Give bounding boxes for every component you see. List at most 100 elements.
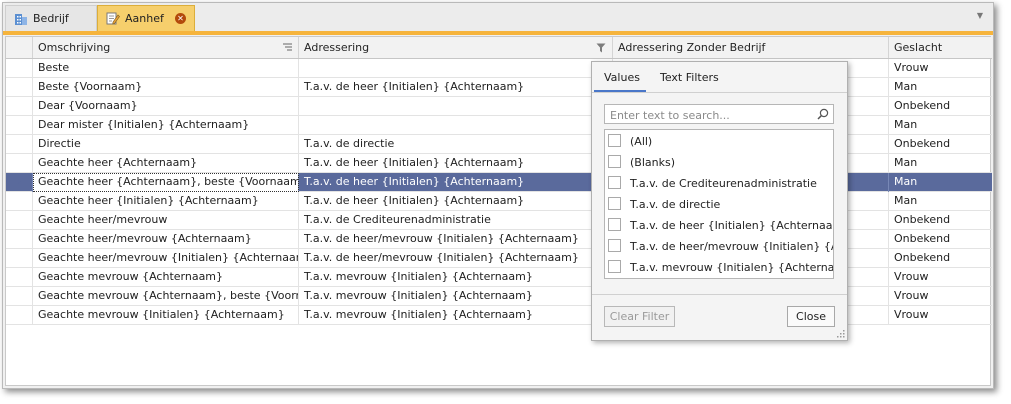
checkbox[interactable]: [608, 134, 621, 147]
filter-value-item[interactable]: T.a.v. de directie: [605, 194, 833, 215]
filter-value-item[interactable]: (Blanks): [605, 152, 833, 173]
cell-adressering[interactable]: T.a.v. mevrouw {Initialen} {Achternaam}: [299, 306, 613, 325]
filter-value-label: T.a.v. de Crediteurenadministratie: [630, 177, 817, 190]
filter-icon[interactable]: [596, 43, 606, 53]
row-indicator-cell: [6, 78, 33, 97]
cell-omschrijving[interactable]: Geachte heer {Achternaam}: [33, 154, 299, 173]
cell-geslacht[interactable]: Onbekend: [889, 211, 992, 230]
sort-icon: [283, 43, 292, 51]
filter-value-label: T.a.v. mevrouw {Initialen} {Achternaa...: [630, 261, 833, 274]
cell-omschrijving[interactable]: Geachte mevrouw {Achternaam}, beste {Voo…: [33, 287, 299, 306]
cell-adressering[interactable]: [299, 116, 613, 135]
cell-geslacht[interactable]: Onbekend: [889, 249, 992, 268]
filter-value-item[interactable]: T.a.v. mevrouw {Initialen} {Achternaa...: [605, 257, 833, 278]
filter-value-item[interactable]: T.a.v. de heer/mevrouw {Initialen} {A...: [605, 236, 833, 257]
checkbox[interactable]: [608, 260, 621, 273]
checkbox[interactable]: [608, 239, 621, 252]
cell-geslacht[interactable]: Man: [889, 154, 992, 173]
active-tab-indicator: [594, 90, 646, 92]
row-indicator-cell: [6, 268, 33, 287]
cell-geslacht[interactable]: Man: [889, 192, 992, 211]
row-indicator-cell: [6, 192, 33, 211]
filter-value-label: (Blanks): [630, 156, 675, 169]
column-header-adressering[interactable]: Adressering: [299, 37, 613, 58]
cell-adressering[interactable]: T.a.v. de Crediteurenadministratie: [299, 211, 613, 230]
row-indicator-cell: [6, 230, 33, 249]
cell-omschrijving[interactable]: Beste {Voornaam}: [33, 78, 299, 97]
checkbox[interactable]: [608, 197, 621, 210]
magnifier-icon: [817, 108, 829, 120]
cell-geslacht[interactable]: Onbekend: [889, 97, 992, 116]
cell-geslacht[interactable]: Man: [889, 116, 992, 135]
tab-bedrijf[interactable]: Bedrijf: [5, 5, 97, 31]
cell-adressering[interactable]: T.a.v. mevrouw {Initialen} {Achternaam}: [299, 268, 613, 287]
tab-dropdown-icon[interactable]: ▼: [977, 11, 983, 20]
column-header-label: Adressering: [304, 41, 370, 54]
focused-row-arrow-icon: →: [12, 175, 22, 188]
tab-bar: Bedrijf Aanhef ✕ ▼: [3, 3, 993, 31]
search-input[interactable]: [605, 105, 812, 125]
tab-divider: [592, 92, 847, 93]
tab-text-filters[interactable]: Text Filters: [660, 71, 719, 84]
filter-value-item[interactable]: T.a.v. de heer {Initialen} {Achternaam}: [605, 215, 833, 236]
cell-omschrijving[interactable]: Directie: [33, 135, 299, 154]
indicator-column-header: [6, 37, 33, 58]
cell-omschrijving[interactable]: Dear mister {Initialen} {Achternaam}: [33, 116, 299, 135]
cell-omschrijving[interactable]: Beste: [33, 59, 299, 78]
column-header-label: Adressering Zonder Bedrijf: [618, 41, 766, 54]
cell-geslacht[interactable]: Vrouw: [889, 306, 992, 325]
cell-adressering[interactable]: T.a.v. de heer {Initialen} {Achternaam}: [299, 173, 613, 192]
cell-geslacht[interactable]: Onbekend: [889, 135, 992, 154]
cell-adressering[interactable]: T.a.v. de heer {Initialen} {Achternaam}: [299, 78, 613, 97]
cell-adressering[interactable]: T.a.v. de heer {Initialen} {Achternaam}: [299, 154, 613, 173]
row-indicator-cell: [6, 154, 33, 173]
filter-value-item[interactable]: (All): [605, 131, 833, 152]
cell-geslacht[interactable]: Vrouw: [889, 287, 992, 306]
tab-aanhef[interactable]: Aanhef ✕: [97, 5, 195, 31]
cell-adressering[interactable]: T.a.v. mevrouw {Initialen} {Achternaam}: [299, 287, 613, 306]
column-header-adressering-zonder-bedrijf[interactable]: Adressering Zonder Bedrijf: [613, 37, 889, 58]
tab-values[interactable]: Values: [604, 71, 640, 84]
filter-search-box: [604, 104, 834, 125]
row-indicator-cell: [6, 287, 33, 306]
cell-omschrijving[interactable]: Geachte heer/mevrouw: [33, 211, 299, 230]
checkbox[interactable]: [608, 218, 621, 231]
cell-geslacht[interactable]: Man: [889, 173, 992, 192]
cell-geslacht[interactable]: Onbekend: [889, 230, 992, 249]
filter-popup: Values Text Filters (All) (Blanks) T.a.v. …: [591, 61, 848, 341]
cell-adressering[interactable]: [299, 97, 613, 116]
cell-omschrijving[interactable]: Geachte mevrouw {Initialen} {Achternaam}: [33, 306, 299, 325]
tab-accent-line: [3, 31, 993, 35]
cell-adressering[interactable]: T.a.v. de heer/mevrouw {Initialen} {Acht…: [299, 230, 613, 249]
row-indicator-cell: [6, 135, 33, 154]
checkbox[interactable]: [608, 176, 621, 189]
cell-geslacht[interactable]: Vrouw: [889, 268, 992, 287]
cell-omschrijving[interactable]: Geachte heer {Achternaam}, beste {Voorna…: [33, 173, 299, 192]
cell-adressering[interactable]: T.a.v. de heer {Initialen} {Achternaam}: [299, 192, 613, 211]
resize-grip-icon[interactable]: [837, 330, 845, 338]
column-header-omschrijving[interactable]: Omschrijving: [33, 37, 299, 58]
row-indicator-cell: →: [6, 173, 33, 192]
cell-omschrijving[interactable]: Geachte mevrouw {Achternaam}: [33, 268, 299, 287]
filter-value-label: T.a.v. de heer/mevrouw {Initialen} {A...: [630, 240, 833, 253]
cell-geslacht[interactable]: Man: [889, 78, 992, 97]
close-button[interactable]: Close: [787, 306, 835, 327]
cell-adressering[interactable]: [299, 59, 613, 78]
edit-document-icon: [106, 12, 120, 25]
cell-omschrijving[interactable]: Geachte heer/mevrouw {Initialen} {Achter…: [33, 249, 299, 268]
checkbox[interactable]: [608, 155, 621, 168]
row-indicator-cell: [6, 97, 33, 116]
clear-filter-button[interactable]: Clear Filter: [604, 306, 675, 327]
cell-omschrijving[interactable]: Dear {Voornaam}: [33, 97, 299, 116]
close-circle-icon[interactable]: ✕: [175, 13, 186, 24]
cell-omschrijving[interactable]: Geachte heer {Initialen} {Achternaam}: [33, 192, 299, 211]
tab-label: Bedrijf: [33, 12, 69, 25]
building-icon: [15, 14, 27, 25]
column-header-geslacht[interactable]: Geslacht: [889, 37, 992, 58]
cell-geslacht[interactable]: Vrouw: [889, 59, 992, 78]
cell-adressering[interactable]: T.a.v. de directie: [299, 135, 613, 154]
filter-value-item[interactable]: T.a.v. de Crediteurenadministratie: [605, 173, 833, 194]
row-indicator-cell: [6, 116, 33, 135]
cell-adressering[interactable]: T.a.v. de heer/mevrouw {Initialen} {Acht…: [299, 249, 613, 268]
cell-omschrijving[interactable]: Geachte heer/mevrouw {Achternaam}: [33, 230, 299, 249]
